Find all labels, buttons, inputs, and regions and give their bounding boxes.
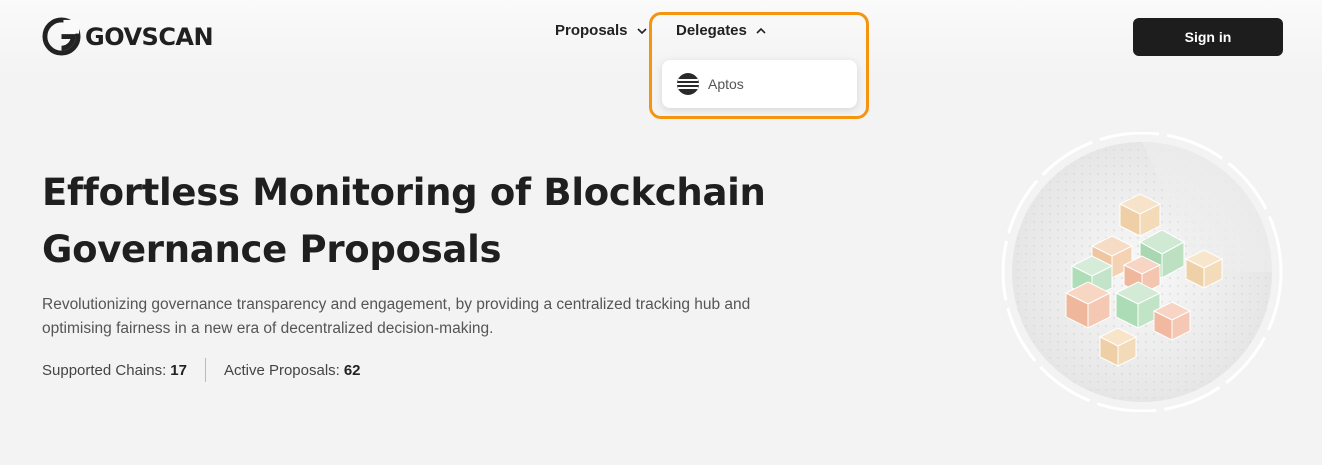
govscan-logo-icon (42, 17, 81, 56)
chevron-down-icon (636, 27, 647, 34)
stats-divider (204, 358, 206, 382)
logo[interactable]: GOVSCAN (42, 17, 214, 56)
stat-active-proposals: Active Proposals: 62 (224, 362, 361, 379)
hero-description: Revolutionizing governance transparency … (42, 296, 751, 337)
stat-value: 62 (343, 361, 361, 379)
dropdown-item-label: Aptos (708, 76, 744, 92)
stats-row: Supported Chains: 17 Active Proposals: 6… (42, 358, 361, 382)
aptos-icon (677, 73, 699, 95)
brand-name: GOVSCAN (85, 22, 214, 51)
nav-proposals-label: Proposals (555, 22, 628, 39)
nav-proposals[interactable]: Proposals (555, 22, 648, 39)
blockchain-cubes-illustration (1001, 132, 1283, 412)
stat-label: Supported Chains: (42, 361, 167, 379)
sign-in-button[interactable]: Sign in (1133, 18, 1283, 56)
stat-value: 17 (170, 361, 187, 379)
hero-title: Effortless Monitoring of Blockchain Gove… (42, 171, 766, 271)
stat-supported-chains: Supported Chains: 17 (42, 362, 187, 379)
delegates-dropdown-item-aptos[interactable]: Aptos (662, 60, 857, 108)
stat-label: Active Proposals: (223, 361, 340, 379)
